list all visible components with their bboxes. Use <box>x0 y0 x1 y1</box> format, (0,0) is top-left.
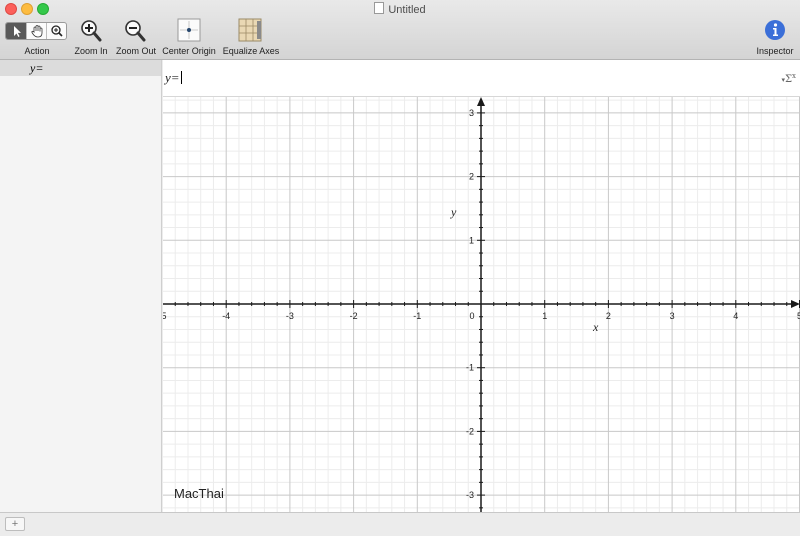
x-tick-label: -2 <box>350 311 358 321</box>
hand-icon <box>31 25 43 38</box>
zoom-out-label: Zoom Out <box>116 46 157 56</box>
y-axis-arrow-icon <box>477 97 485 106</box>
hand-tool-button[interactable] <box>26 23 47 39</box>
inspector-label: Inspector <box>756 46 794 56</box>
x-tick-label: -5 <box>163 311 167 321</box>
zoom-in-label: Zoom In <box>74 46 108 56</box>
equalize-axes-icon <box>238 18 262 42</box>
zoom-out-button[interactable]: Zoom Out <box>116 18 156 56</box>
equation-list-sidebar: y= <box>0 60 162 512</box>
x-tick-label: -1 <box>413 311 421 321</box>
y-tick-label: 2 <box>469 172 474 182</box>
magnifier-icon <box>51 25 63 37</box>
x-tick-label: 4 <box>733 311 738 321</box>
equation-list-item[interactable]: y= <box>0 60 161 76</box>
equation-list-item-label: y= <box>30 61 44 75</box>
pointer-icon <box>14 26 21 37</box>
watermark-text: MacThai <box>174 486 224 501</box>
y-tick-label: 1 <box>469 235 474 245</box>
info-icon <box>765 20 785 40</box>
x-tick-label: -4 <box>222 311 230 321</box>
zoom-in-button[interactable]: Zoom In <box>73 18 109 56</box>
zoom-out-icon <box>125 20 146 42</box>
equation-editor[interactable]: y= ▾Σx <box>163 60 800 97</box>
graph-canvas[interactable]: -5-4-3-2-1012345321-1-2-3 x y MacThai <box>163 97 800 512</box>
document-icon <box>374 2 385 14</box>
y-axis-label: y <box>450 205 457 219</box>
y-tick-label: 3 <box>469 108 474 118</box>
center-origin-icon <box>177 18 201 42</box>
center-origin-label: Center Origin <box>162 46 216 56</box>
graph-plot[interactable]: -5-4-3-2-1012345321-1-2-3 x y <box>163 97 800 512</box>
title-toolbar-area: Untitled Action Zoom In Zoom Out Center … <box>0 0 800 60</box>
axes <box>163 97 800 512</box>
action-segmented-control <box>5 22 67 40</box>
x-tick-label: -3 <box>286 311 294 321</box>
add-equation-button[interactable]: + <box>5 517 25 531</box>
plus-icon: + <box>11 518 19 530</box>
superscript-icon: x <box>792 72 796 80</box>
zoom-in-icon <box>81 20 102 42</box>
sum-menu-button[interactable]: ▾Σx <box>781 72 796 85</box>
center-origin-button[interactable]: Center Origin <box>162 18 216 56</box>
inspector-button[interactable]: Inspector <box>752 18 798 56</box>
x-tick-label: 2 <box>606 311 611 321</box>
window-title: Untitled <box>0 2 800 16</box>
status-bar: + <box>0 512 800 536</box>
equation-input[interactable]: y= <box>165 70 182 86</box>
x-tick-label: 1 <box>542 311 547 321</box>
axis-ticks <box>174 112 800 509</box>
equalize-axes-label: Equalize Axes <box>222 46 280 56</box>
equation-input-text: y= <box>165 70 180 85</box>
x-axis-arrow-icon <box>791 300 800 308</box>
text-caret <box>180 71 182 84</box>
y-tick-label: -2 <box>466 426 474 436</box>
sum-menu-label: Σ <box>784 74 793 85</box>
equalize-axes-button[interactable]: Equalize Axes <box>222 18 280 56</box>
window-title-text: Untitled <box>388 4 426 16</box>
action-label: Action <box>24 46 50 56</box>
pointer-tool-button[interactable] <box>6 23 26 39</box>
x-tick-label: 0 <box>469 311 474 321</box>
y-tick-label: -3 <box>466 490 474 500</box>
x-tick-label: 3 <box>670 311 675 321</box>
y-tick-label: -1 <box>466 363 474 373</box>
x-axis-label: x <box>592 320 599 334</box>
magnify-tool-button[interactable] <box>46 23 66 39</box>
